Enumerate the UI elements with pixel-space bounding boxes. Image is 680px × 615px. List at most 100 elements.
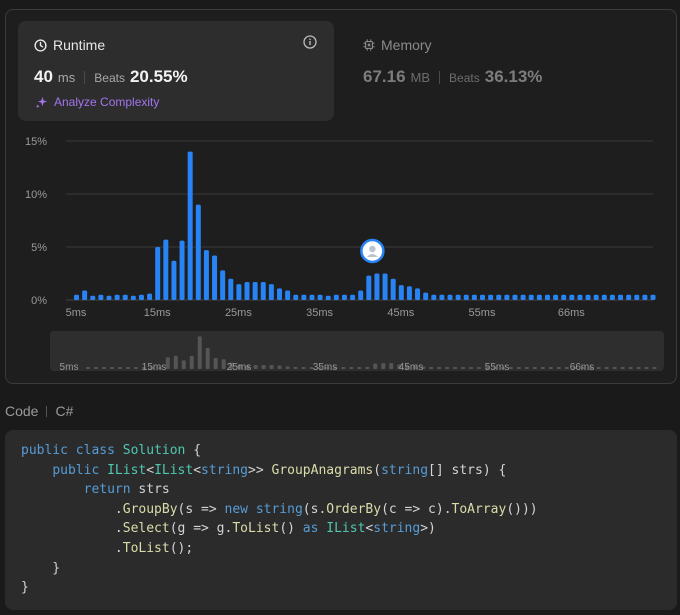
navigator-bar (556, 367, 561, 369)
code-block[interactable]: public class Solution { public IList<ILi… (5, 430, 677, 610)
memory-beats-label: Beats (449, 71, 480, 85)
chart-bar (90, 295, 96, 300)
code-line: .ToList(); (21, 539, 677, 559)
code-token: >) (420, 521, 436, 537)
x-tick-label: 25ms (225, 307, 252, 319)
chart-bar (228, 278, 234, 300)
navigator-bar (181, 360, 186, 369)
code-token: ToList (122, 540, 170, 556)
memory-title-text: Memory (381, 37, 432, 53)
runtime-stats: 40 ms Beats 20.55% (34, 67, 188, 87)
navigator-bar (540, 367, 545, 369)
navigator-bar (604, 367, 609, 369)
chart-bar (122, 294, 128, 300)
chart-bar (220, 270, 226, 300)
code-token: } (21, 580, 29, 596)
code-token: IList (107, 462, 147, 478)
chart-bar (504, 294, 510, 300)
chart-bar (252, 281, 258, 300)
chart-bar (293, 294, 299, 300)
chart-bar (415, 288, 421, 300)
navigator-bar (516, 367, 521, 369)
chart-bar (544, 294, 550, 300)
code-token: Solution (122, 443, 186, 458)
navigator-bar (213, 358, 218, 369)
code-token: (g => g. (169, 521, 233, 537)
chart-bar (455, 294, 461, 300)
chart-bar (512, 294, 518, 300)
chart-bar (171, 260, 177, 300)
chart-bar (463, 294, 469, 300)
chart-bar (528, 294, 534, 300)
code-language: C# (55, 403, 74, 419)
divider (84, 70, 86, 84)
chart-bar (163, 239, 169, 300)
chart-bar (98, 294, 104, 300)
navigator-bar (532, 367, 537, 369)
navigator-bar (644, 367, 649, 369)
chart-bar (236, 284, 242, 300)
chart-bar (341, 294, 347, 300)
chart-bar (203, 250, 209, 300)
code-token: IList (154, 462, 194, 478)
navigator-bar (301, 367, 306, 369)
navigator-bar (93, 366, 98, 369)
code-token: ())) (506, 501, 538, 517)
navigator-bar (628, 367, 633, 369)
code-token: (s. (302, 501, 327, 517)
navigator-bar (341, 367, 346, 369)
navigator-bar (253, 365, 258, 369)
navigator-bar (269, 365, 274, 369)
chart-bar (406, 286, 412, 300)
chart-bar (317, 294, 323, 300)
clock-icon (34, 38, 47, 52)
chart-bar (366, 275, 372, 300)
chart-bar (650, 294, 656, 300)
code-token: >> (248, 462, 272, 478)
code-token: (s => (177, 501, 225, 517)
chart-bar (244, 281, 250, 300)
memory-tab[interactable]: Memory (363, 37, 432, 53)
navigator-bar (389, 363, 394, 369)
code-line: public IList<IList<string>> GroupAnagram… (21, 461, 677, 481)
navigator-tick-label: 66ms (570, 362, 594, 373)
chart-bar (423, 292, 429, 300)
code-token: GroupBy (122, 501, 178, 517)
chart-bar (309, 294, 315, 300)
chart-bar (536, 294, 542, 300)
chart-bar (147, 293, 153, 300)
code-token: [] strs) { (428, 462, 507, 478)
navigator-bar (125, 367, 130, 369)
analyze-complexity-button[interactable]: Analyze Complexity (35, 95, 159, 109)
code-token: Select (122, 521, 170, 537)
analyze-complexity-label: Analyze Complexity (54, 95, 160, 109)
code-line: return strs (21, 480, 677, 500)
runtime-distribution-chart[interactable]: 15% 10% 5% 0% 5ms 15ms 25ms 35ms 45ms 55ms 66ms 5ms… (0, 125, 680, 380)
navigator-bar (357, 367, 362, 369)
navigator-bar (461, 367, 466, 369)
chart-bar (609, 294, 615, 300)
navigator-bar (508, 367, 513, 369)
chart-bar (195, 204, 201, 300)
code-token: } (21, 560, 61, 576)
code-line: } (21, 559, 677, 579)
navigator-tick-label: 45ms (399, 362, 423, 373)
runtime-value: 40 (34, 67, 53, 86)
chart-bar (553, 294, 559, 300)
y-tick-label: 0% (31, 295, 47, 307)
chart-bar (480, 294, 485, 300)
chart-bar (561, 294, 567, 300)
code-token: < (193, 462, 202, 478)
memory-stats: 67.16 MB Beats 36.13% (363, 67, 542, 87)
chart-bar (593, 294, 599, 300)
y-tick-label: 10% (25, 189, 47, 201)
chart-bar (285, 290, 291, 300)
memory-value: 67.16 (363, 67, 406, 86)
navigator-tick-label: 5ms (60, 362, 79, 373)
chart-bar (82, 290, 88, 300)
info-circle-icon[interactable] (303, 35, 317, 49)
navigator-bar (165, 357, 170, 369)
code-header: Code C# (5, 403, 73, 419)
chart-bar (358, 290, 364, 300)
chart-bar (301, 294, 307, 300)
